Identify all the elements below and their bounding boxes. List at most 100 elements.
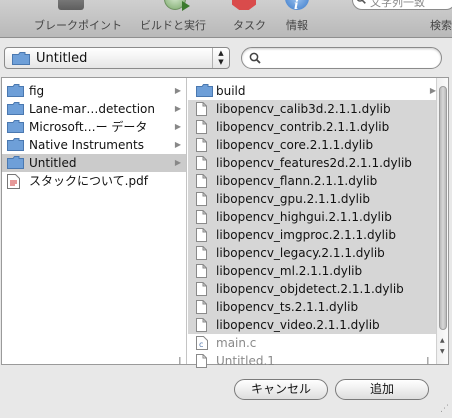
search-input[interactable] bbox=[241, 47, 442, 69]
play-icon bbox=[182, 1, 190, 11]
chevron-right-icon: ▶ bbox=[174, 86, 181, 95]
file-list-item[interactable]: Untitled.1 bbox=[188, 352, 448, 370]
info-glyph: i bbox=[294, 0, 299, 12]
svg-text:c: c bbox=[199, 340, 203, 349]
item-label: libopencv_calib3d.2.1.1.dylib bbox=[216, 102, 391, 116]
browser-column-2: build ▶ libopencv_calib3d.2.1.1.dyliblibop… bbox=[188, 78, 448, 368]
path-popup-label: Untitled bbox=[36, 51, 88, 66]
file-list-item[interactable]: libopencv_video.2.1.1.dylib bbox=[188, 316, 448, 334]
item-label: libopencv_gpu.2.1.1.dylib bbox=[216, 192, 370, 206]
path-popup[interactable]: Untitled ▲ ▼ bbox=[4, 47, 230, 69]
file-list-item[interactable]: libopencv_ml.2.1.1.dylib bbox=[188, 262, 448, 280]
folder-icon bbox=[7, 156, 24, 169]
stop-icon bbox=[232, 0, 256, 10]
folder-icon bbox=[7, 138, 24, 151]
item-label: fig bbox=[29, 84, 45, 98]
file-icon bbox=[196, 228, 207, 242]
chevron-right-icon: ▶ bbox=[174, 122, 181, 131]
sidebar-list-item[interactable]: fig ▶ bbox=[2, 82, 186, 100]
file-list-item[interactable]: c main.c bbox=[188, 334, 448, 352]
folder-icon bbox=[7, 102, 24, 115]
add-button[interactable]: 追加 bbox=[335, 379, 429, 400]
file-icon bbox=[196, 210, 207, 224]
c-source-file-icon: c bbox=[196, 336, 208, 350]
column-resize-handle[interactable]: || bbox=[178, 356, 182, 365]
item-label: libopencv_flann.2.1.1.dylib bbox=[216, 174, 378, 188]
item-label: libopencv_legacy.2.1.1.dylib bbox=[216, 246, 385, 260]
resize-grip-icon[interactable]: ⋰ bbox=[440, 404, 449, 414]
toolbar-search-placeholder: 文字列一致 bbox=[370, 0, 425, 9]
item-label: libopencv_core.2.1.1.dylib bbox=[216, 138, 374, 152]
item-label: libopencv_objdetect.2.1.1.dylib bbox=[216, 282, 404, 296]
toolbar: ブレークポイント ビルドと実行 タスク i 情報 文字列一致 検索 bbox=[0, 0, 452, 38]
build-run-label: ビルドと実行 bbox=[140, 19, 206, 32]
folder-icon bbox=[196, 84, 213, 97]
cancel-button[interactable]: キャンセル bbox=[234, 379, 328, 400]
file-icon bbox=[196, 318, 207, 332]
file-list-item[interactable]: libopencv_objdetect.2.1.1.dylib bbox=[188, 280, 448, 298]
folder-icon bbox=[12, 52, 30, 65]
file-list-item[interactable]: libopencv_features2d.2.1.1.dylib bbox=[188, 154, 448, 172]
file-icon bbox=[196, 192, 207, 206]
file-list-item[interactable]: build ▶ bbox=[188, 82, 448, 100]
item-label: Untitled.1 bbox=[216, 354, 275, 368]
breakpoints-label: ブレークポイント bbox=[34, 19, 122, 32]
breakpoints-icon bbox=[58, 0, 84, 10]
folder-icon bbox=[7, 120, 24, 133]
item-label: Untitled bbox=[29, 156, 77, 170]
sidebar-list-item[interactable]: Untitled ▶ bbox=[2, 154, 186, 172]
item-label: libopencv_ts.2.1.1.dylib bbox=[216, 300, 359, 314]
folder-icon bbox=[7, 84, 24, 97]
file-list-item[interactable]: libopencv_calib3d.2.1.1.dylib bbox=[188, 100, 448, 118]
chevron-right-icon: ▶ bbox=[174, 158, 181, 167]
file-list-item[interactable]: libopencv_highgui.2.1.1.dylib bbox=[188, 208, 448, 226]
chevron-right-icon: ▶ bbox=[174, 140, 181, 149]
file-icon bbox=[196, 300, 207, 314]
file-list-item[interactable]: libopencv_imgproc.2.1.1.dylib bbox=[188, 226, 448, 244]
vertical-scrollbar[interactable]: ▲ ▼ bbox=[436, 78, 448, 364]
file-list-item[interactable]: libopencv_gpu.2.1.1.dylib bbox=[188, 190, 448, 208]
sidebar-list-item[interactable]: Microsoft…ー データ ▶ bbox=[2, 118, 186, 136]
search-icon bbox=[249, 52, 261, 64]
pdf-file-icon bbox=[7, 174, 20, 189]
item-label: Native Instruments bbox=[29, 138, 144, 152]
file-list-item[interactable]: libopencv_contrib.2.1.1.dylib bbox=[188, 118, 448, 136]
search-label: 検索 bbox=[430, 19, 452, 32]
column-resize-handle[interactable]: || bbox=[426, 356, 430, 365]
search-icon bbox=[356, 0, 366, 4]
file-icon bbox=[196, 120, 207, 134]
file-icon bbox=[196, 174, 207, 188]
scroll-down-arrow-icon[interactable]: ▼ bbox=[440, 348, 445, 355]
item-label: Lane-mar…detection bbox=[29, 102, 156, 116]
item-label: libopencv_features2d.2.1.1.dylib bbox=[216, 156, 412, 170]
item-label: libopencv_imgproc.2.1.1.dylib bbox=[216, 228, 396, 242]
scroll-up-arrow-icon[interactable]: ▲ bbox=[440, 337, 445, 344]
file-icon bbox=[196, 354, 207, 368]
item-label: main.c bbox=[216, 336, 257, 350]
scrollbar-thumb[interactable] bbox=[439, 86, 447, 330]
tasks-label: タスク bbox=[233, 19, 266, 32]
file-icon bbox=[196, 138, 207, 152]
file-icon bbox=[196, 282, 207, 296]
file-icon bbox=[196, 264, 207, 278]
item-label: libopencv_ml.2.1.1.dylib bbox=[216, 264, 363, 278]
sidebar-list-item[interactable]: スタックについて.pdf bbox=[2, 172, 186, 190]
file-list-item[interactable]: libopencv_legacy.2.1.1.dylib bbox=[188, 244, 448, 262]
updown-arrows-icon: ▲ ▼ bbox=[212, 48, 229, 68]
file-icon bbox=[196, 156, 207, 170]
file-list-item[interactable]: libopencv_ts.2.1.1.dylib bbox=[188, 298, 448, 316]
browser-column-1: fig ▶ Lane-mar…detection ▶ Microsoft…ー データ ▶ N… bbox=[2, 78, 187, 364]
file-list-item[interactable]: libopencv_core.2.1.1.dylib bbox=[188, 136, 448, 154]
file-icon bbox=[196, 102, 207, 116]
item-label: Microsoft…ー データ bbox=[29, 120, 148, 134]
item-label: libopencv_highgui.2.1.1.dylib bbox=[216, 210, 392, 224]
file-list-item[interactable]: libopencv_flann.2.1.1.dylib bbox=[188, 172, 448, 190]
file-icon bbox=[196, 246, 207, 260]
sidebar-list-item[interactable]: Lane-mar…detection ▶ bbox=[2, 100, 186, 118]
chevron-right-icon: ▶ bbox=[174, 104, 181, 113]
item-label: libopencv_contrib.2.1.1.dylib bbox=[216, 120, 390, 134]
item-label: libopencv_video.2.1.1.dylib bbox=[216, 318, 380, 332]
file-browser: fig ▶ Lane-mar…detection ▶ Microsoft…ー データ ▶ N… bbox=[1, 77, 449, 368]
item-label: build bbox=[216, 84, 246, 98]
sidebar-list-item[interactable]: Native Instruments ▶ bbox=[2, 136, 186, 154]
